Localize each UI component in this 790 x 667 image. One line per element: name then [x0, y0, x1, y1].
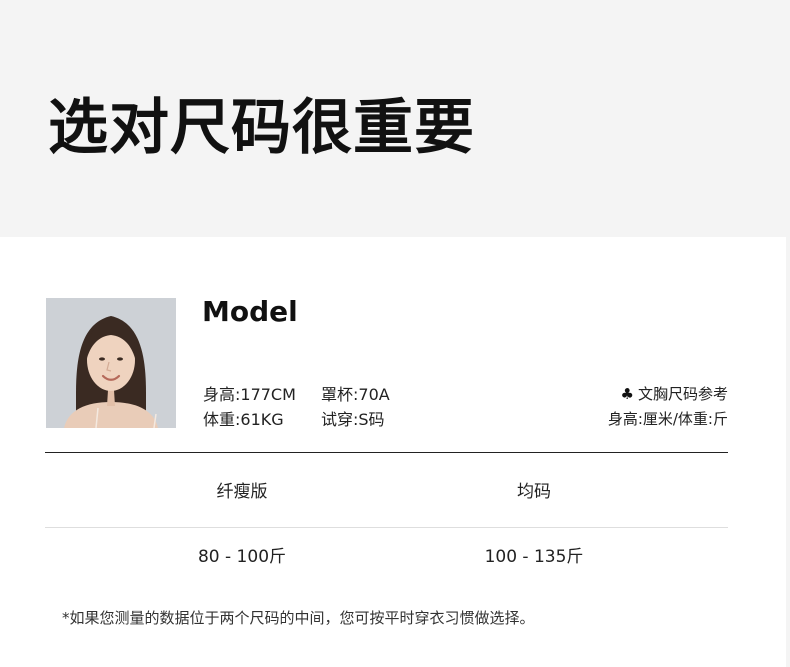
- table-top-rule: [45, 452, 728, 453]
- model-height: 身高:177CM: [203, 385, 296, 404]
- table-header-slim: 纤瘦版: [216, 482, 268, 502]
- size-footnote: *如果您测量的数据位于两个尺码的中间，您可按平时穿衣习惯做选择。: [62, 609, 535, 627]
- model-cup-size: 罩杯:70A: [321, 385, 390, 404]
- bra-size-reference: ♣ 文胸尺码参考: [621, 383, 728, 405]
- model-photo: [46, 298, 176, 428]
- model-heading: Model: [202, 295, 298, 328]
- table-cell-slim-range: 80 - 100斤: [197, 547, 287, 567]
- page-title: 选对尺码很重要: [48, 93, 475, 163]
- unit-note: 身高:厘米/体重:斤: [607, 410, 728, 428]
- model-portrait-image: [46, 298, 176, 428]
- page-edge-strip: [786, 237, 790, 667]
- bra-size-reference-label: 文胸尺码参考: [637, 385, 728, 403]
- club-icon: ♣: [620, 385, 634, 403]
- table-header-onesize: 均码: [517, 482, 551, 502]
- hero-banner: 选对尺码很重要: [0, 0, 790, 237]
- model-weight: 体重:61KG: [203, 410, 284, 429]
- model-trial-size: 试穿:S码: [321, 410, 385, 429]
- table-cell-onesize-range: 100 - 135斤: [484, 547, 584, 567]
- table-row-divider: [45, 527, 728, 528]
